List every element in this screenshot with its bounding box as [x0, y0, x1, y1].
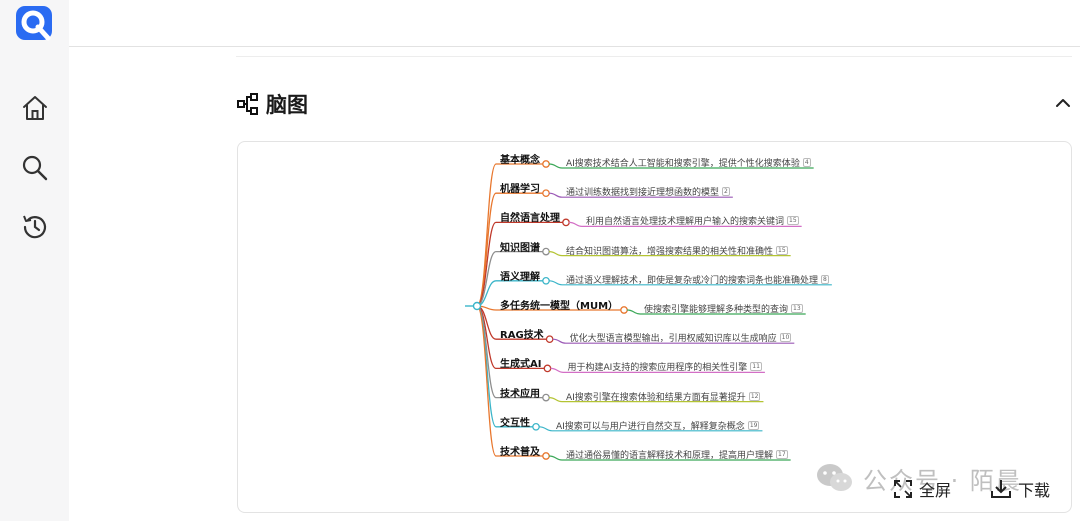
- section-header: 脑图: [236, 88, 308, 120]
- citation-badge[interactable]: 11: [750, 362, 762, 372]
- citation-badge[interactable]: 4: [802, 158, 811, 167]
- download-label: 下载: [1018, 481, 1051, 500]
- leaf-description: AI搜索可以与用户进行自然交互，解释复杂概念: [556, 421, 745, 432]
- leaf-description: 通过训练数据找到接近理想函数的模型: [566, 188, 720, 199]
- citation-badge[interactable]: 15: [787, 216, 799, 226]
- home-icon[interactable]: [20, 93, 50, 123]
- mindmap-leaf-text: 优化大型语言模型输出，引用权威知识库以生成响应 10: [570, 331, 792, 344]
- leaf-description: 使搜索引擎能够理解多种类型的查询: [644, 305, 789, 315]
- mindmap-icon: [237, 93, 258, 115]
- leaf-description: AI搜索技术结合人工智能和搜索引擎，提供个性化搜索体验: [566, 159, 800, 169]
- citation-badge[interactable]: 12: [748, 391, 761, 401]
- leaf-description: 结合知识图谱算法，增强搜索结果的相关性和准确性: [566, 246, 774, 257]
- mindmap-branch-label[interactable]: 语义理解: [500, 268, 540, 283]
- download-button[interactable]: 下载: [990, 478, 1050, 500]
- fullscreen-icon: [894, 480, 912, 498]
- leaf-description: AI搜索引擎在搜索体验和结果方面有显著提升: [566, 392, 746, 403]
- download-icon: [991, 480, 1011, 498]
- mindmap-leaf-text: 结合知识图谱算法，增强搜索结果的相关性和准确性 15: [566, 244, 788, 257]
- mindmap-branch-label[interactable]: 知识图谱: [500, 239, 540, 254]
- mindmap-leaf-text: AI搜索可以与用户进行自然交互，解释复杂概念 19: [556, 419, 760, 432]
- mindmap-branch-label[interactable]: 交互性: [500, 414, 530, 429]
- citation-badge[interactable]: 15: [776, 245, 788, 255]
- mindmap-branch-label[interactable]: 基本概念: [500, 151, 540, 166]
- fullscreen-label: 全屏: [919, 481, 952, 500]
- leaf-description: 用于构建AI支持的搜索应用程序的相关性引擎: [567, 363, 748, 374]
- mindmap-branch-label[interactable]: 技术应用: [500, 385, 540, 400]
- fullscreen-button[interactable]: 全屏: [893, 478, 951, 500]
- mindmap-leaf-text: 利用自然语言处理技术理解用户输入的搜索关键词 15: [586, 214, 799, 227]
- q-logo-icon: [16, 6, 52, 41]
- leaf-description: 通过通俗易懂的语言解释技术和原理，提高用户理解: [566, 451, 774, 461]
- search-icon[interactable]: [20, 153, 50, 183]
- citation-badge[interactable]: 8: [821, 274, 829, 284]
- mindmap-leaf-text: 通过通俗易懂的语言解释技术和原理，提高用户理解 17: [566, 448, 788, 461]
- citation-badge[interactable]: 2: [722, 187, 730, 197]
- sidebar: [0, 0, 69, 521]
- mindmap-branch-label[interactable]: 机器学习: [500, 180, 540, 195]
- mindmap-leaf-text: AI搜索引擎在搜索体验和结果方面有显著提升 12: [566, 390, 761, 403]
- citation-badge[interactable]: 19: [747, 420, 760, 430]
- mindmap-leaf-text: 使搜索引擎能够理解多种类型的查询 13: [644, 302, 803, 315]
- mindmap-branch-label[interactable]: RAG技术: [500, 326, 544, 341]
- mindmap-branch-label[interactable]: 生成式AI: [500, 355, 541, 370]
- mindmap-branch-label[interactable]: 自然语言处理: [500, 209, 560, 224]
- wechat-icon: [817, 464, 852, 491]
- leaf-description: 通过语义理解技术，即使是复杂或冷门的搜索词条也能准确处理: [566, 275, 819, 286]
- mindmap-leaf-text: 通过训练数据找到接近理想函数的模型 2: [566, 185, 730, 198]
- citation-badge[interactable]: 10: [779, 333, 792, 343]
- topbar-divider: [69, 46, 1080, 47]
- leaf-description: 优化大型语言模型输出，引用权威知识库以生成响应: [569, 334, 777, 345]
- app-logo[interactable]: [14, 4, 56, 42]
- mindmap-leaf-text: 用于构建AI支持的搜索应用程序的相关性引擎 11: [567, 360, 762, 374]
- history-icon[interactable]: [20, 212, 50, 242]
- mindmap-leaf-text: 通过语义理解技术，即使是复杂或冷门的搜索词条也能准确处理 8: [566, 273, 829, 286]
- mindmap-branch-label[interactable]: 技术普及: [500, 443, 540, 458]
- content-divider: [236, 56, 1072, 57]
- mindmap-branch-label[interactable]: 多任务统一模型（MUM）: [500, 297, 618, 312]
- section-title: 脑图: [266, 93, 308, 117]
- citation-badge[interactable]: 13: [791, 304, 803, 313]
- leaf-description: 利用自然语言处理技术理解用户输入的搜索关键词: [586, 217, 785, 228]
- citation-badge[interactable]: 17: [776, 450, 788, 459]
- chevron-up-icon: [1056, 99, 1070, 107]
- collapse-button[interactable]: [1052, 92, 1074, 114]
- mindmap-leaf-text: AI搜索技术结合人工智能和搜索引擎，提供个性化搜索体验 4: [566, 156, 811, 169]
